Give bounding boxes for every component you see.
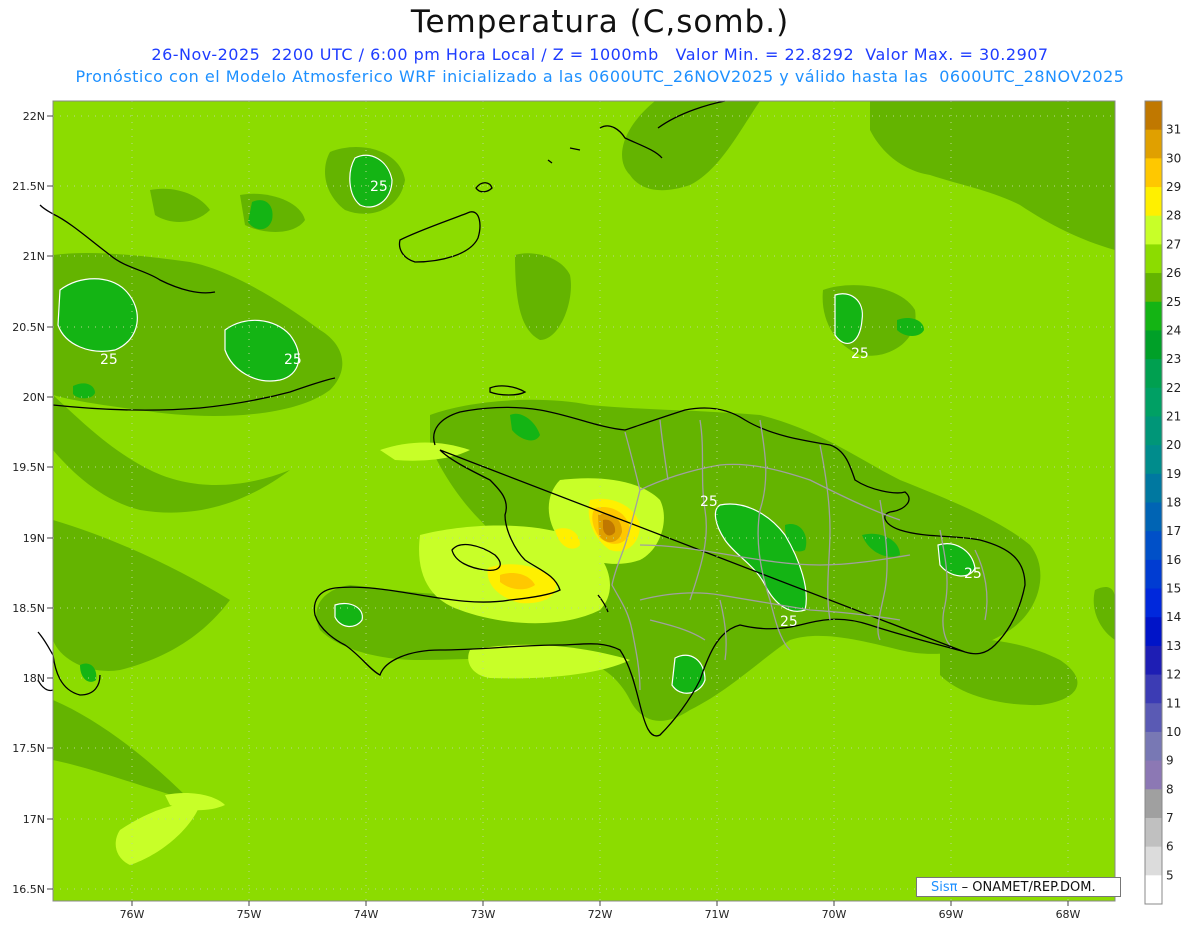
lon-label: 75W: [237, 908, 262, 921]
lat-label: 18N: [23, 672, 45, 685]
colorbar-label: 21: [1166, 409, 1181, 423]
colorbar-label: 16: [1166, 553, 1181, 567]
lat-label: 22N: [23, 110, 45, 123]
colorbar-swatch: [1145, 531, 1162, 561]
lat-label: 17.5N: [12, 742, 45, 755]
colorbar-swatch: [1145, 301, 1162, 331]
longitude-axis: [131, 901, 1069, 906]
colorbar-swatch: [1145, 588, 1162, 618]
colorbar-swatch: [1145, 273, 1162, 303]
credit-suffix: – ONAMET/REP.DOM.: [957, 880, 1096, 895]
lon-label: 68W: [1056, 908, 1081, 921]
colorbar-swatch: [1145, 101, 1162, 131]
colorbar-swatch: [1145, 359, 1162, 389]
colorbar-label: 7: [1166, 811, 1174, 825]
colorbar-swatch: [1145, 559, 1162, 590]
colorbar-swatch: [1145, 215, 1162, 245]
colorbar-swatch: [1145, 502, 1162, 532]
colorbar-swatch: [1145, 330, 1162, 360]
colorbar-swatch: [1145, 645, 1162, 676]
latitude-axis: [47, 115, 53, 890]
colorbar-label: 26: [1166, 266, 1181, 280]
credit-prefix: Sisπ: [931, 880, 958, 895]
lat-label: 17N: [23, 813, 45, 826]
colorbar-label: 6: [1166, 840, 1174, 854]
colorbar-label: 24: [1166, 323, 1181, 337]
lon-label: 72W: [588, 908, 613, 921]
lat-label: 18.5N: [12, 602, 45, 615]
colorbar-label: 20: [1166, 438, 1181, 452]
lat-label: 20N: [23, 391, 45, 404]
lat-label: 21N: [23, 250, 45, 263]
colorbar-swatch: [1145, 789, 1162, 819]
colorbar-label: 23: [1166, 352, 1181, 366]
contour-label: 25: [851, 346, 869, 362]
colorbar-label: 9: [1166, 754, 1174, 768]
temperature-map: 25 25 25 25 25 25 25 22N 21.5N 21N 20.5N…: [12, 100, 1181, 921]
colorbar-swatch: [1145, 473, 1162, 503]
contour-label: 25: [100, 352, 118, 368]
colorbar-swatch: [1145, 817, 1162, 848]
lat-label: 19.5N: [12, 461, 45, 474]
colorbar-swatch: [1145, 760, 1162, 790]
colorbar-label: 10: [1166, 725, 1181, 739]
colorbar-swatch: [1145, 129, 1162, 159]
colorbar: 31 30 29 28 27 26 25 24 23 22 21 20 19 18 17 16 15 14 13 12…: [1144, 100, 1181, 905]
contour-label: 25: [964, 566, 982, 582]
lon-label: 73W: [471, 908, 496, 921]
lon-label: 74W: [354, 908, 379, 921]
lat-label: 16.5N: [12, 883, 45, 896]
colorbar-swatch: [1145, 445, 1162, 475]
colorbar-label: 18: [1166, 496, 1181, 510]
lat-label: 20.5N: [12, 321, 45, 334]
contour-label: 25: [284, 352, 302, 368]
colorbar-label: 11: [1166, 696, 1181, 710]
colorbar-swatch: [1145, 846, 1162, 876]
colorbar-swatch: [1145, 244, 1162, 274]
colorbar-label: 22: [1166, 381, 1181, 395]
colorbar-swatch: [1145, 158, 1162, 188]
colorbar-swatch: [1145, 703, 1162, 733]
colorbar-label: 31: [1166, 123, 1181, 137]
lon-label: 76W: [120, 908, 145, 921]
colorbar-label: 29: [1166, 180, 1181, 194]
colorbar-swatch: [1145, 674, 1162, 704]
contour-label: 25: [700, 494, 718, 510]
colorbar-swatch: [1145, 387, 1162, 417]
lat-label: 21.5N: [12, 180, 45, 193]
latitude-labels: 22N 21.5N 21N 20.5N 20N 19.5N 19N 18.5N …: [12, 110, 45, 896]
contour-label: 25: [780, 614, 798, 630]
longitude-labels: 76W 75W 74W 73W 72W 71W 70W 69W 68W: [120, 908, 1081, 921]
colorbar-label: 27: [1166, 237, 1181, 251]
contour-label: 25: [370, 179, 388, 195]
colorbar-label: 19: [1166, 467, 1181, 481]
lon-label: 69W: [939, 908, 964, 921]
lon-label: 71W: [705, 908, 730, 921]
lat-label: 19N: [23, 532, 45, 545]
colorbar-swatch: [1145, 187, 1162, 217]
colorbar-label: 8: [1166, 782, 1174, 796]
colorbar-label: 15: [1166, 582, 1181, 596]
colorbar-label: 12: [1166, 668, 1181, 682]
credit-box: Sisπ – ONAMET/REP.DOM.: [916, 877, 1121, 897]
colorbar-label: 14: [1166, 610, 1181, 624]
colorbar-label: 28: [1166, 209, 1181, 223]
colorbar-swatch: [1145, 416, 1162, 446]
colorbar-label: 13: [1166, 639, 1181, 653]
colorbar-label: 5: [1166, 868, 1174, 882]
colorbar-label: 17: [1166, 524, 1181, 538]
colorbar-label: 30: [1166, 151, 1181, 165]
colorbar-swatch: [1145, 617, 1162, 647]
lon-label: 70W: [822, 908, 847, 921]
colorbar-swatch: [1145, 731, 1162, 762]
colorbar-swatch: [1145, 875, 1162, 905]
colorbar-label: 25: [1166, 295, 1181, 309]
